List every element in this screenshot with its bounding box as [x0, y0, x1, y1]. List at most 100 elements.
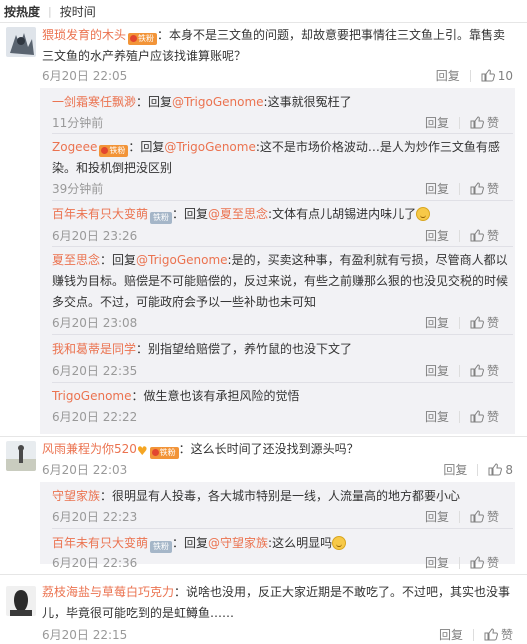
thumbs-up-icon	[470, 182, 484, 195]
reply-divider	[52, 133, 513, 134]
like-button[interactable]: 赞	[470, 362, 499, 379]
like-label: 赞	[486, 116, 499, 130]
like-button[interactable]: 赞	[470, 227, 499, 244]
reply-button[interactable]: 回复	[425, 554, 449, 571]
reply-prefix: ：回复	[136, 95, 173, 109]
reply-prefix: ：回复	[128, 140, 165, 154]
action-divider	[458, 182, 460, 195]
comment-time: 6月20日 22:05	[42, 69, 128, 83]
reply-text: :这事就很冤枉了	[263, 95, 352, 109]
comment-username[interactable]: 荔枝海盐与草莓白巧克力	[42, 585, 174, 599]
sort-divider: |	[48, 4, 52, 18]
iron-fan-badge-icon: 铁粉	[150, 212, 173, 224]
reply-actions: 回复 赞	[425, 408, 499, 425]
reply-username[interactable]: TrigoGenome	[52, 389, 132, 403]
sort-by-hot-tab[interactable]: 按热度	[4, 3, 40, 20]
like-count: 10	[497, 68, 513, 83]
reply-prefix: ：回复	[100, 253, 137, 267]
reply-actions: 回复 赞	[425, 180, 499, 197]
reply-mention[interactable]: @TrigoGenome	[136, 253, 228, 267]
reply-mention[interactable]: @守望家族	[208, 536, 268, 550]
fan-badge-icon: 铁粉	[149, 447, 179, 459]
comment-time: 6月20日 22:03	[42, 463, 128, 477]
like-button[interactable]: 赞	[470, 554, 499, 571]
sort-by-time-tab[interactable]: 按时间	[60, 3, 96, 20]
like-label: 赞	[486, 182, 499, 196]
thumbs-up-icon	[481, 69, 495, 82]
reply-time: 6月20日 23:08	[52, 316, 138, 330]
thumbs-up-icon	[470, 316, 484, 329]
reply-button[interactable]: 回复	[425, 362, 449, 379]
thumbs-up-icon	[488, 463, 503, 476]
reply-time: 6月20日 23:26	[52, 229, 138, 243]
reply-time: 6月20日 22:36	[52, 556, 138, 570]
reply-button[interactable]: 回复	[425, 314, 449, 331]
reply-prefix: ：回复	[172, 536, 209, 550]
like-button[interactable]: 8	[488, 463, 513, 477]
reply-divider	[52, 246, 513, 247]
reply-button[interactable]: 回复	[425, 180, 449, 197]
reply-button[interactable]: 回复	[425, 508, 449, 525]
action-divider	[472, 628, 474, 641]
like-button[interactable]: 赞	[470, 314, 499, 331]
comment-username[interactable]: 猥琐发育的木头	[42, 28, 126, 42]
reply-button[interactable]: 回复	[439, 626, 463, 643]
thumbs-up-icon	[484, 628, 498, 641]
comment-divider	[0, 436, 527, 437]
comment-divider	[0, 574, 527, 575]
comment-actions: 回复 10	[436, 67, 513, 84]
action-divider	[458, 510, 460, 523]
comment-username[interactable]: 风雨兼程为你520	[42, 442, 137, 456]
like-label: 赞	[486, 510, 499, 524]
like-button[interactable]: 10	[481, 69, 513, 83]
reply-time: 6月20日 22:23	[52, 510, 138, 524]
action-divider	[458, 364, 460, 377]
comment-text: ：这么长时间了还没找到源头吗？	[178, 442, 359, 456]
reply-time: 6月20日 22:35	[52, 364, 138, 378]
like-button[interactable]: 赞	[484, 626, 513, 643]
thumbs-up-icon	[470, 556, 484, 569]
reply-mention[interactable]: @TrigoGenome	[172, 95, 264, 109]
like-button[interactable]: 赞	[470, 180, 499, 197]
action-divider	[477, 463, 479, 476]
like-button[interactable]: 赞	[470, 508, 499, 525]
reply-mention[interactable]: @夏至思念	[208, 207, 268, 221]
thumbs-up-icon	[470, 116, 484, 129]
fan-badge-icon: 铁粉	[99, 145, 129, 157]
reply-text: ：做生意也该有承担风险的觉悟	[131, 389, 300, 403]
reply-username[interactable]: 夏至思念	[52, 253, 100, 267]
reply-button[interactable]: 回复	[443, 461, 467, 478]
reply-username[interactable]: 我和葛蒂是同学	[52, 342, 136, 356]
reply-button[interactable]: 回复	[425, 408, 449, 425]
reply-text: :这么明显吗	[268, 536, 333, 550]
reply-item: TrigoGenome：做生意也该有承担风险的觉悟	[52, 386, 515, 407]
reply-username[interactable]: Zogeee	[52, 140, 97, 154]
thumbs-up-icon	[470, 229, 484, 242]
reply-time: 39分钟前	[52, 182, 104, 196]
reply-time: 11分钟前	[52, 116, 104, 130]
avatar[interactable]	[6, 586, 36, 616]
smile-emoji-icon	[416, 207, 431, 221]
reply-actions: 回复 赞	[425, 554, 499, 571]
reply-button[interactable]: 回复	[436, 67, 460, 84]
reply-button[interactable]: 回复	[425, 227, 449, 244]
action-divider	[458, 316, 460, 329]
like-button[interactable]: 赞	[470, 408, 499, 425]
reply-actions: 回复 赞	[425, 508, 499, 525]
reply-item: 百年未有只大变萌 铁粉 ：回复@夏至思念:文体有点儿胡锡进内味儿了	[52, 204, 515, 225]
reply-username[interactable]: 守望家族	[52, 489, 100, 503]
action-divider	[458, 556, 460, 569]
reply-item: 百年未有只大变萌 铁粉 ：回复@守望家族:这么明显吗	[52, 533, 515, 554]
avatar[interactable]	[6, 441, 36, 471]
reply-username[interactable]: 一剑霜寒任飘渺	[52, 95, 136, 109]
reply-divider	[52, 200, 513, 201]
like-button[interactable]: 赞	[470, 114, 499, 131]
reply-actions: 回复 赞	[425, 227, 499, 244]
reply-username[interactable]: 百年未有只大变萌	[52, 536, 148, 550]
like-label: 赞	[486, 410, 499, 424]
reply-button[interactable]: 回复	[425, 114, 449, 131]
like-label: 赞	[486, 316, 499, 330]
reply-username[interactable]: 百年未有只大变萌	[52, 207, 148, 221]
like-label: 赞	[500, 628, 513, 642]
reply-mention[interactable]: @TrigoGenome	[164, 140, 256, 154]
